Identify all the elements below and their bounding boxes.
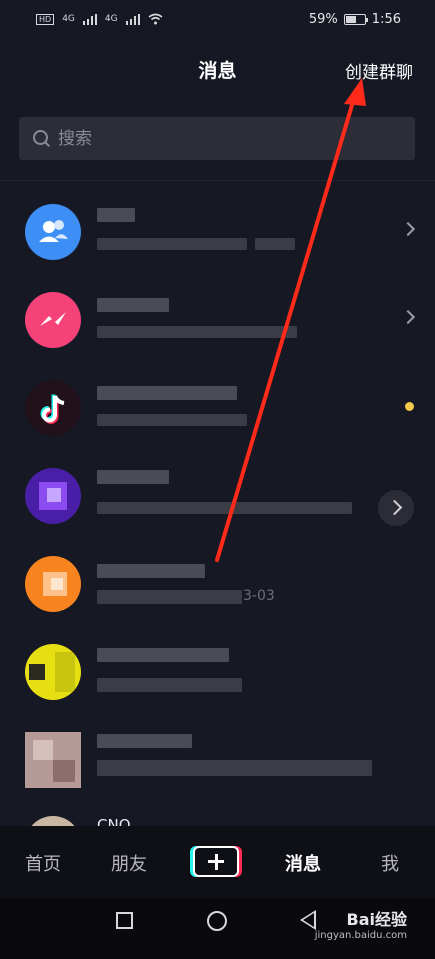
search-input[interactable] — [58, 128, 358, 149]
chevron-right-icon — [400, 221, 416, 237]
avatar-tiktok — [25, 380, 81, 436]
network-label-2: 4G — [104, 14, 118, 24]
blurred-preview — [97, 760, 372, 776]
list-item-8[interactable]: CNQ — [0, 800, 435, 826]
recents-button[interactable] — [116, 912, 133, 929]
list-item-7[interactable] — [0, 714, 435, 806]
wifi-icon — [148, 13, 163, 25]
list-item-3[interactable] — [0, 362, 435, 454]
tab-me[interactable]: 我 — [381, 850, 399, 876]
signal-icon — [82, 13, 97, 25]
blurred-preview — [97, 414, 247, 426]
blurred-preview — [255, 238, 295, 250]
create-group-button[interactable]: 创建群聊 — [345, 58, 413, 83]
battery-icon — [343, 14, 368, 25]
battery-fill — [345, 16, 357, 23]
signal-icon-2 — [125, 13, 140, 25]
unread-dot — [405, 402, 414, 411]
screen: HD 4G 4G 59% 1:56 消息 创建群聊 搜索 3-03 CNQ 首页… — [0, 0, 435, 959]
chevron-right-button[interactable] — [378, 490, 414, 526]
status-bar: HD 4G 4G 59% 1:56 — [0, 0, 435, 40]
blurred-name — [97, 470, 169, 484]
watermark-brand: Bai经验 — [346, 910, 407, 929]
blurred-preview — [97, 590, 242, 604]
tab-friends[interactable]: 朋友 — [111, 850, 147, 876]
back-button[interactable] — [300, 910, 316, 930]
network-label-1: 4G — [62, 14, 75, 24]
search-bar[interactable] — [19, 117, 415, 160]
list-item-6[interactable] — [0, 626, 435, 718]
blurred-preview — [97, 238, 247, 250]
avatar — [25, 816, 81, 826]
bottom-nav: 首页 朋友 消息 我 — [0, 826, 435, 898]
blurred-name — [97, 648, 229, 662]
contact-name: CNQ — [97, 816, 131, 826]
list-item-2[interactable] — [0, 274, 435, 366]
tab-home[interactable]: 首页 — [25, 850, 61, 876]
blurred-name — [97, 564, 205, 578]
plus-icon — [195, 848, 237, 875]
blurred-name — [97, 734, 192, 748]
home-button[interactable] — [207, 911, 227, 931]
chevron-right-icon — [400, 309, 416, 325]
message-date: 3-03 — [243, 588, 275, 604]
blurred-name — [97, 208, 135, 222]
list-item-4[interactable] — [0, 450, 435, 542]
avatar — [25, 732, 81, 788]
battery-percent: 59% — [308, 12, 338, 27]
blurred-preview — [97, 326, 297, 338]
list-item-5[interactable]: 3-03 — [0, 538, 435, 630]
tiktok-logo-icon — [40, 394, 65, 424]
lightning-chat-icon — [40, 312, 66, 326]
blurred-name — [97, 386, 237, 400]
avatar — [25, 556, 81, 612]
status-left: HD 4G 4G — [36, 13, 163, 25]
tab-messages[interactable]: 消息 — [285, 850, 321, 876]
hd-icon: HD — [36, 13, 55, 25]
avatar — [25, 644, 81, 700]
avatar-notifications — [25, 292, 81, 348]
blurred-preview — [97, 678, 242, 692]
divider — [0, 180, 435, 181]
watermark-url: jingyan.baidu.com — [314, 930, 407, 941]
avatar — [25, 468, 81, 524]
search-icon — [33, 129, 51, 148]
blurred-name — [97, 298, 169, 312]
create-post-button[interactable] — [193, 846, 239, 877]
blurred-preview — [97, 502, 352, 514]
avatar-friends — [25, 204, 81, 260]
status-right: 59% 1:56 — [309, 12, 401, 27]
list-item-1[interactable] — [0, 186, 435, 278]
people-icon — [39, 220, 68, 242]
clock: 1:56 — [371, 12, 401, 27]
